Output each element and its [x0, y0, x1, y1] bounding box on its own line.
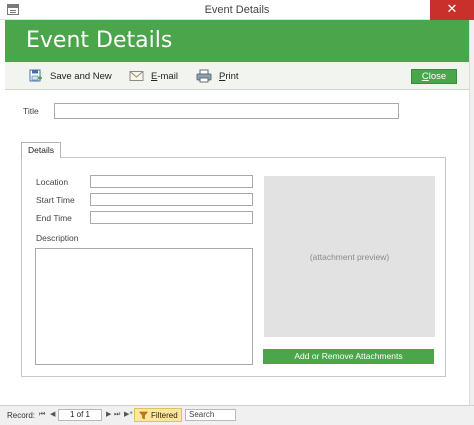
form-title: Event Details [26, 28, 173, 53]
filter-toggle[interactable]: Filtered [134, 408, 182, 422]
title-input[interactable] [54, 103, 399, 119]
attachment-preview[interactable]: (attachment preview) [264, 176, 435, 337]
window-titlebar: Event Details ✕ [0, 0, 474, 20]
last-record-button[interactable]: ⏭ [114, 410, 120, 419]
start-time-input[interactable] [90, 193, 253, 206]
print-button[interactable]: Print [196, 68, 239, 84]
record-label: Record: [7, 411, 36, 420]
save-new-icon [29, 69, 42, 82]
email-button[interactable]: E-mail [129, 68, 178, 84]
record-navigation-bar: Record: ⏮ ◀ 1 of 1 ▶ ⏭ ▶* Filtered Searc… [0, 405, 474, 425]
window-close-button[interactable]: ✕ [430, 0, 474, 20]
end-time-input[interactable] [90, 211, 253, 224]
next-record-button[interactable]: ▶ [106, 410, 111, 418]
form-header: Event Details [5, 20, 469, 62]
window-title: Event Details [204, 4, 270, 16]
location-label: Location [36, 177, 69, 187]
current-record-field[interactable]: 1 of 1 [58, 409, 102, 421]
end-time-label: End Time [36, 213, 72, 223]
close-button[interactable]: Close [411, 69, 457, 84]
description-textarea[interactable] [35, 248, 253, 365]
filter-icon [139, 411, 148, 419]
previous-record-button[interactable]: ◀ [50, 410, 55, 418]
new-record-button[interactable]: ▶* [124, 410, 133, 418]
print-label: Print [219, 70, 239, 82]
attachment-preview-text: (attachment preview) [309, 251, 390, 262]
save-and-new-button[interactable]: Save and New [29, 68, 112, 84]
filter-label: Filtered [151, 410, 178, 420]
add-remove-attachments-button[interactable]: Add or Remove Attachments [263, 349, 434, 364]
vertical-scrollbar[interactable] [469, 20, 474, 405]
description-label: Description [36, 233, 79, 243]
print-icon [196, 69, 212, 83]
search-input[interactable]: Search [185, 409, 236, 421]
first-record-button[interactable]: ⏮ [39, 410, 45, 419]
email-label: E-mail [151, 70, 178, 82]
tab-details[interactable]: Details [21, 142, 61, 158]
start-time-label: Start Time [36, 195, 75, 205]
location-input[interactable] [90, 175, 253, 188]
email-icon [129, 71, 144, 81]
save-and-new-label: Save and New [50, 70, 112, 82]
title-label: Title [23, 106, 39, 116]
toolbar: Save and New E-mail Print Close [5, 62, 469, 90]
